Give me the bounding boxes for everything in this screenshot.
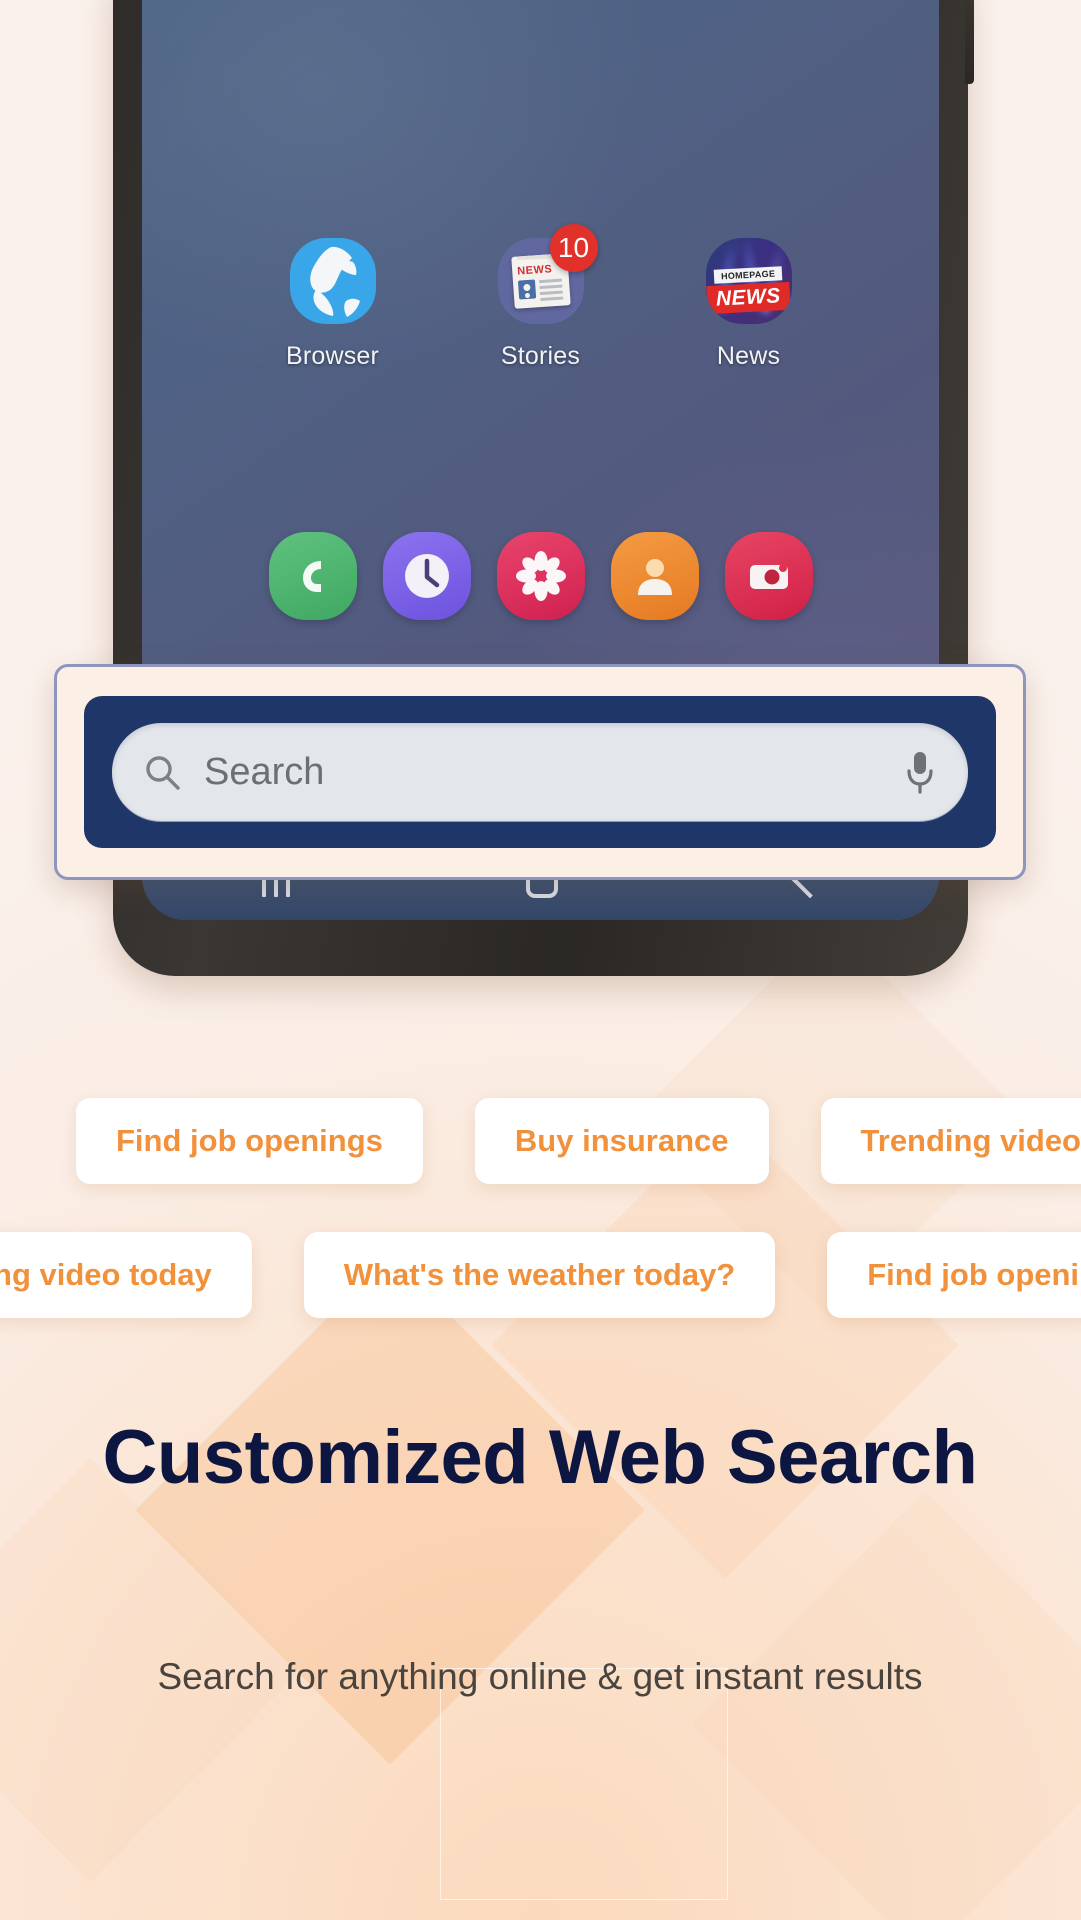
- suggestion-chips-row-2: Trending video today What's the weather …: [0, 1232, 1081, 1318]
- phone-side-button: [965, 0, 974, 84]
- newspaper-text-lines: [538, 278, 563, 305]
- globe-icon: [289, 238, 376, 324]
- suggestion-chip[interactable]: Find job openings: [827, 1232, 1081, 1318]
- app-browser[interactable]: Browser: [260, 238, 406, 371]
- camera-icon[interactable]: [724, 532, 813, 620]
- search-placeholder-text: Search: [204, 750, 325, 793]
- home-screen-app-row: Browser NEWS 10 Stories HOMEPAGE NEWS Ne…: [142, 224, 939, 371]
- suggestion-chip[interactable]: What's the weather today?: [303, 1232, 776, 1318]
- stories-notification-badge: 10: [549, 224, 598, 272]
- screenshot-root: Browser NEWS 10 Stories HOMEPAGE NEWS Ne…: [0, 0, 1081, 1920]
- app-news-tile[interactable]: HOMEPAGE NEWS: [705, 238, 792, 324]
- suggestion-chip[interactable]: Buy insurance: [474, 1098, 769, 1184]
- magnifier-icon: [142, 752, 182, 792]
- app-stories-label: Stories: [500, 342, 581, 370]
- search-bar[interactable]: Search: [84, 696, 996, 848]
- page-subtitle: Search for anything online & get instant…: [157, 1656, 923, 1697]
- app-browser-label: Browser: [285, 342, 380, 370]
- microphone-icon[interactable]: [902, 749, 938, 795]
- homepage-news-icon: HOMEPAGE NEWS: [705, 238, 792, 324]
- search-input[interactable]: Search: [112, 723, 968, 821]
- newspaper-masthead: NEWS: [516, 263, 553, 278]
- app-news-label: News: [716, 342, 781, 370]
- suggestion-chip[interactable]: Trending video today: [820, 1098, 1081, 1184]
- clock-icon[interactable]: [382, 532, 471, 620]
- phone-icon[interactable]: [268, 532, 357, 620]
- app-news[interactable]: HOMEPAGE NEWS News: [676, 238, 822, 371]
- page-title: Customized Web Search: [102, 1415, 978, 1500]
- search-widget-highlight[interactable]: Search: [54, 664, 1026, 880]
- contacts-icon[interactable]: [610, 532, 699, 620]
- suggestion-chips-row-1: Find job openings Buy insurance Trending…: [76, 1098, 1081, 1184]
- app-browser-tile[interactable]: [289, 238, 376, 324]
- newspaper-photo: [517, 279, 536, 300]
- news-brand-label: NEWS: [706, 281, 791, 315]
- suggestion-chip[interactable]: Trending video today: [0, 1232, 252, 1318]
- app-stories-tile[interactable]: NEWS 10: [497, 224, 598, 324]
- gallery-icon[interactable]: [496, 532, 585, 620]
- suggestion-chip[interactable]: Find job openings: [76, 1098, 423, 1184]
- home-screen-dock: [142, 532, 939, 620]
- app-stories[interactable]: NEWS 10 Stories: [468, 224, 614, 371]
